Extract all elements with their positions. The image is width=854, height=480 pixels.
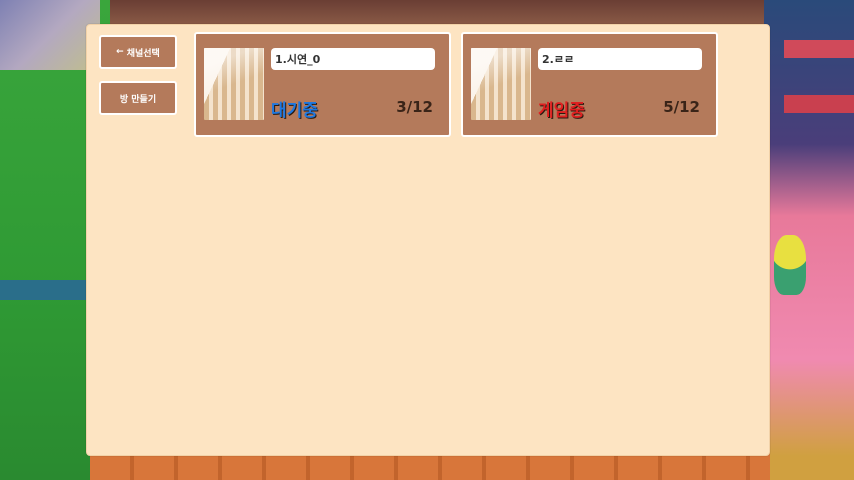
room-status-badge: 대기중 — [271, 101, 318, 121]
room-name: 2.ㄹㄹ — [538, 48, 702, 70]
room-map-thumbnail — [471, 48, 531, 120]
room-status-badge: 게임중 — [538, 101, 585, 121]
room-player-count: 3/12 — [396, 98, 433, 116]
room-list-panel: ← 채널선택 방 만들기 1.시연_0 대기중 3/12 2.ㄹㄹ 게임중 5/… — [86, 24, 770, 456]
create-room-label: 방 만들기 — [119, 94, 157, 105]
room-name: 1.시연_0 — [271, 48, 435, 70]
channel-select-button[interactable]: ← 채널선택 — [99, 35, 177, 69]
background-toy-blocks — [0, 0, 100, 70]
channel-select-label: 채널선택 — [126, 48, 160, 59]
background-shelf — [784, 40, 854, 58]
room-card[interactable]: 2.ㄹㄹ 게임중 5/12 — [461, 32, 718, 137]
left-arrow-icon: ← — [116, 47, 124, 57]
room-player-count: 5/12 — [663, 98, 700, 116]
create-room-button[interactable]: 방 만들기 — [99, 81, 177, 115]
background-duck — [774, 235, 806, 295]
background-top — [90, 0, 770, 25]
background-shelf — [784, 95, 854, 113]
room-card[interactable]: 1.시연_0 대기중 3/12 — [194, 32, 451, 137]
background-strip — [0, 280, 95, 300]
room-map-thumbnail — [204, 48, 264, 120]
